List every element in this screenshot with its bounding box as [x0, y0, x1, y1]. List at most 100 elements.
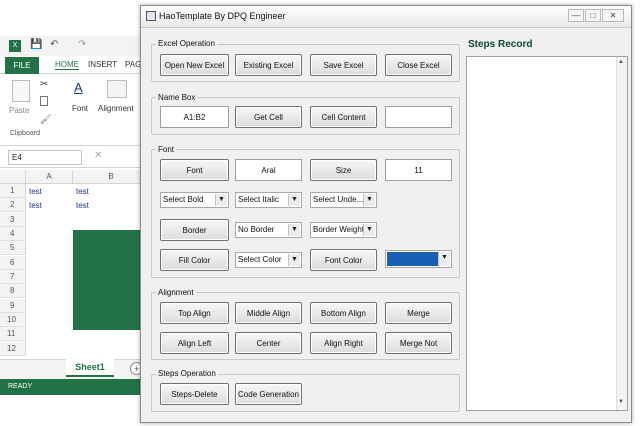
filled-cell-range[interactable]	[73, 230, 150, 330]
alignment-icon[interactable]	[107, 80, 127, 98]
scroll-up-icon[interactable]: ▲	[618, 59, 624, 65]
redo-icon[interactable]: ↷	[78, 39, 86, 50]
steps-delete-button[interactable]: Steps-Delete	[160, 383, 229, 405]
dropdown-arrow-icon: ▼	[288, 254, 300, 266]
font-color-select[interactable]: ▼	[385, 250, 452, 268]
font-color-swatch	[387, 252, 440, 266]
row-header[interactable]: 8	[0, 284, 26, 299]
clipboard-group-label: Clipboard	[10, 130, 40, 137]
dropdown-arrow-icon: ▼	[363, 194, 375, 206]
tab-page-layout[interactable]: PAG	[125, 60, 141, 69]
cancel-icon[interactable]: ✕	[94, 150, 102, 161]
get-cell-button[interactable]: Get Cell	[235, 106, 302, 128]
file-tab[interactable]: FILE	[5, 57, 39, 74]
code-generation-button[interactable]: Code Generation	[235, 383, 302, 405]
close-excel-button[interactable]: Close Excel	[385, 54, 452, 76]
maximize-button[interactable]: □	[585, 9, 601, 22]
save-icon[interactable]: 💾	[30, 39, 42, 50]
fill-color-select[interactable]: Select Color ▼	[235, 252, 302, 268]
undo-icon[interactable]: ↶	[50, 39, 58, 50]
alignment-group-title: Alignment	[156, 288, 196, 297]
status-bar: READY	[0, 379, 150, 395]
italic-select-value: Select Italic	[238, 195, 279, 204]
font-color-button[interactable]: Font Color	[310, 249, 377, 271]
column-header-b[interactable]: B	[73, 170, 150, 184]
cell-content-field[interactable]	[385, 106, 452, 128]
underline-select-value: Select Unde...	[313, 195, 364, 204]
sheet-tab[interactable]: Sheet1	[66, 359, 114, 377]
dropdown-arrow-icon: ▼	[288, 194, 300, 206]
steps-record-title: Steps Record	[468, 39, 533, 50]
cell-content-button[interactable]: Cell Content	[310, 106, 377, 128]
cut-icon[interactable]: ✂	[40, 79, 48, 90]
align-right-button[interactable]: Align Right	[310, 332, 377, 354]
font-group-label: Font	[72, 104, 89, 113]
steps-record-list[interactable]	[466, 56, 628, 411]
ribbon: Paste ✂ 🖌 A Font Alignment Clipboard	[0, 74, 150, 146]
format-painter-icon[interactable]: 🖌	[40, 114, 51, 125]
cell-a2[interactable]: test	[29, 201, 42, 210]
fill-color-select-value: Select Color	[238, 255, 282, 264]
dropdown-arrow-icon: ▼	[288, 224, 300, 236]
paste-label: Paste	[9, 106, 30, 115]
alignment-group-label: Alignment	[98, 104, 134, 113]
save-excel-button[interactable]: Save Excel	[310, 54, 377, 76]
row-header[interactable]: 7	[0, 270, 26, 285]
merge-not-button[interactable]: Merge Not	[385, 332, 452, 354]
row-header[interactable]: 6	[0, 256, 26, 271]
bold-select[interactable]: Select Bold ▼	[160, 192, 229, 208]
border-select-value: No Border	[238, 225, 275, 234]
border-button[interactable]: Border	[160, 219, 229, 241]
merge-button[interactable]: Merge	[385, 302, 452, 324]
row-header[interactable]: 1	[0, 184, 26, 199]
name-box[interactable]: E4	[8, 150, 82, 165]
open-new-excel-button[interactable]: Open New Excel	[160, 54, 229, 76]
tab-home[interactable]: HOME	[55, 60, 79, 70]
paste-icon[interactable]	[12, 80, 30, 102]
size-button[interactable]: Size	[310, 159, 377, 181]
tab-insert[interactable]: INSERT	[88, 60, 117, 69]
excel-logo-icon: X	[9, 40, 21, 52]
close-button[interactable]: ✕	[602, 9, 624, 22]
border-weight-select-value: Border Weight	[313, 225, 364, 234]
name-box-label: Name Box	[156, 93, 198, 102]
dropdown-arrow-icon: ▼	[215, 194, 227, 206]
column-header-a[interactable]: A	[26, 170, 73, 184]
italic-select[interactable]: Select Italic ▼	[235, 192, 302, 208]
select-all-corner[interactable]	[0, 170, 26, 184]
row-header[interactable]: 9	[0, 299, 26, 314]
font-group-title: Font	[156, 145, 177, 154]
minimize-button[interactable]: —	[568, 9, 584, 22]
top-align-button[interactable]: Top Align	[160, 302, 229, 324]
center-button[interactable]: Center	[235, 332, 302, 354]
fill-color-button[interactable]: Fill Color	[160, 249, 229, 271]
align-left-button[interactable]: Align Left	[160, 332, 229, 354]
scroll-down-icon[interactable]: ▼	[618, 399, 624, 405]
bottom-align-button[interactable]: Bottom Align	[310, 302, 377, 324]
bold-select-value: Select Bold	[163, 195, 204, 204]
steps-record-scrollbar[interactable]: ▲ ▼	[616, 57, 627, 410]
cell-a1[interactable]: test	[29, 187, 42, 196]
range-field[interactable]: A1:B2	[160, 106, 229, 128]
row-header[interactable]: 12	[0, 342, 26, 357]
row-header[interactable]: 4	[0, 227, 26, 242]
font-size-field[interactable]: 11	[385, 159, 452, 181]
border-select[interactable]: No Border ▼	[235, 222, 302, 238]
row-header[interactable]: 10	[0, 313, 26, 328]
row-header[interactable]: 2	[0, 198, 26, 213]
dialog-title: HaoTemplate By DPQ Engineer	[159, 11, 286, 21]
copy-icon[interactable]	[40, 96, 48, 106]
existing-excel-button[interactable]: Existing Excel	[235, 54, 302, 76]
row-header[interactable]: 11	[0, 327, 26, 342]
excel-operation-label: Excel Operation	[156, 39, 217, 48]
underline-select[interactable]: Select Unde... ▼	[310, 192, 377, 208]
font-icon[interactable]: A	[74, 80, 83, 95]
middle-align-button[interactable]: Middle Align	[235, 302, 302, 324]
font-button[interactable]: Font	[160, 159, 229, 181]
row-header[interactable]: 5	[0, 241, 26, 256]
cell-b1[interactable]: test	[76, 187, 89, 196]
cell-b2[interactable]: test	[76, 201, 89, 210]
font-name-field[interactable]: Aral	[235, 159, 302, 181]
border-weight-select[interactable]: Border Weight ▼	[310, 222, 377, 238]
row-header[interactable]: 3	[0, 213, 26, 228]
